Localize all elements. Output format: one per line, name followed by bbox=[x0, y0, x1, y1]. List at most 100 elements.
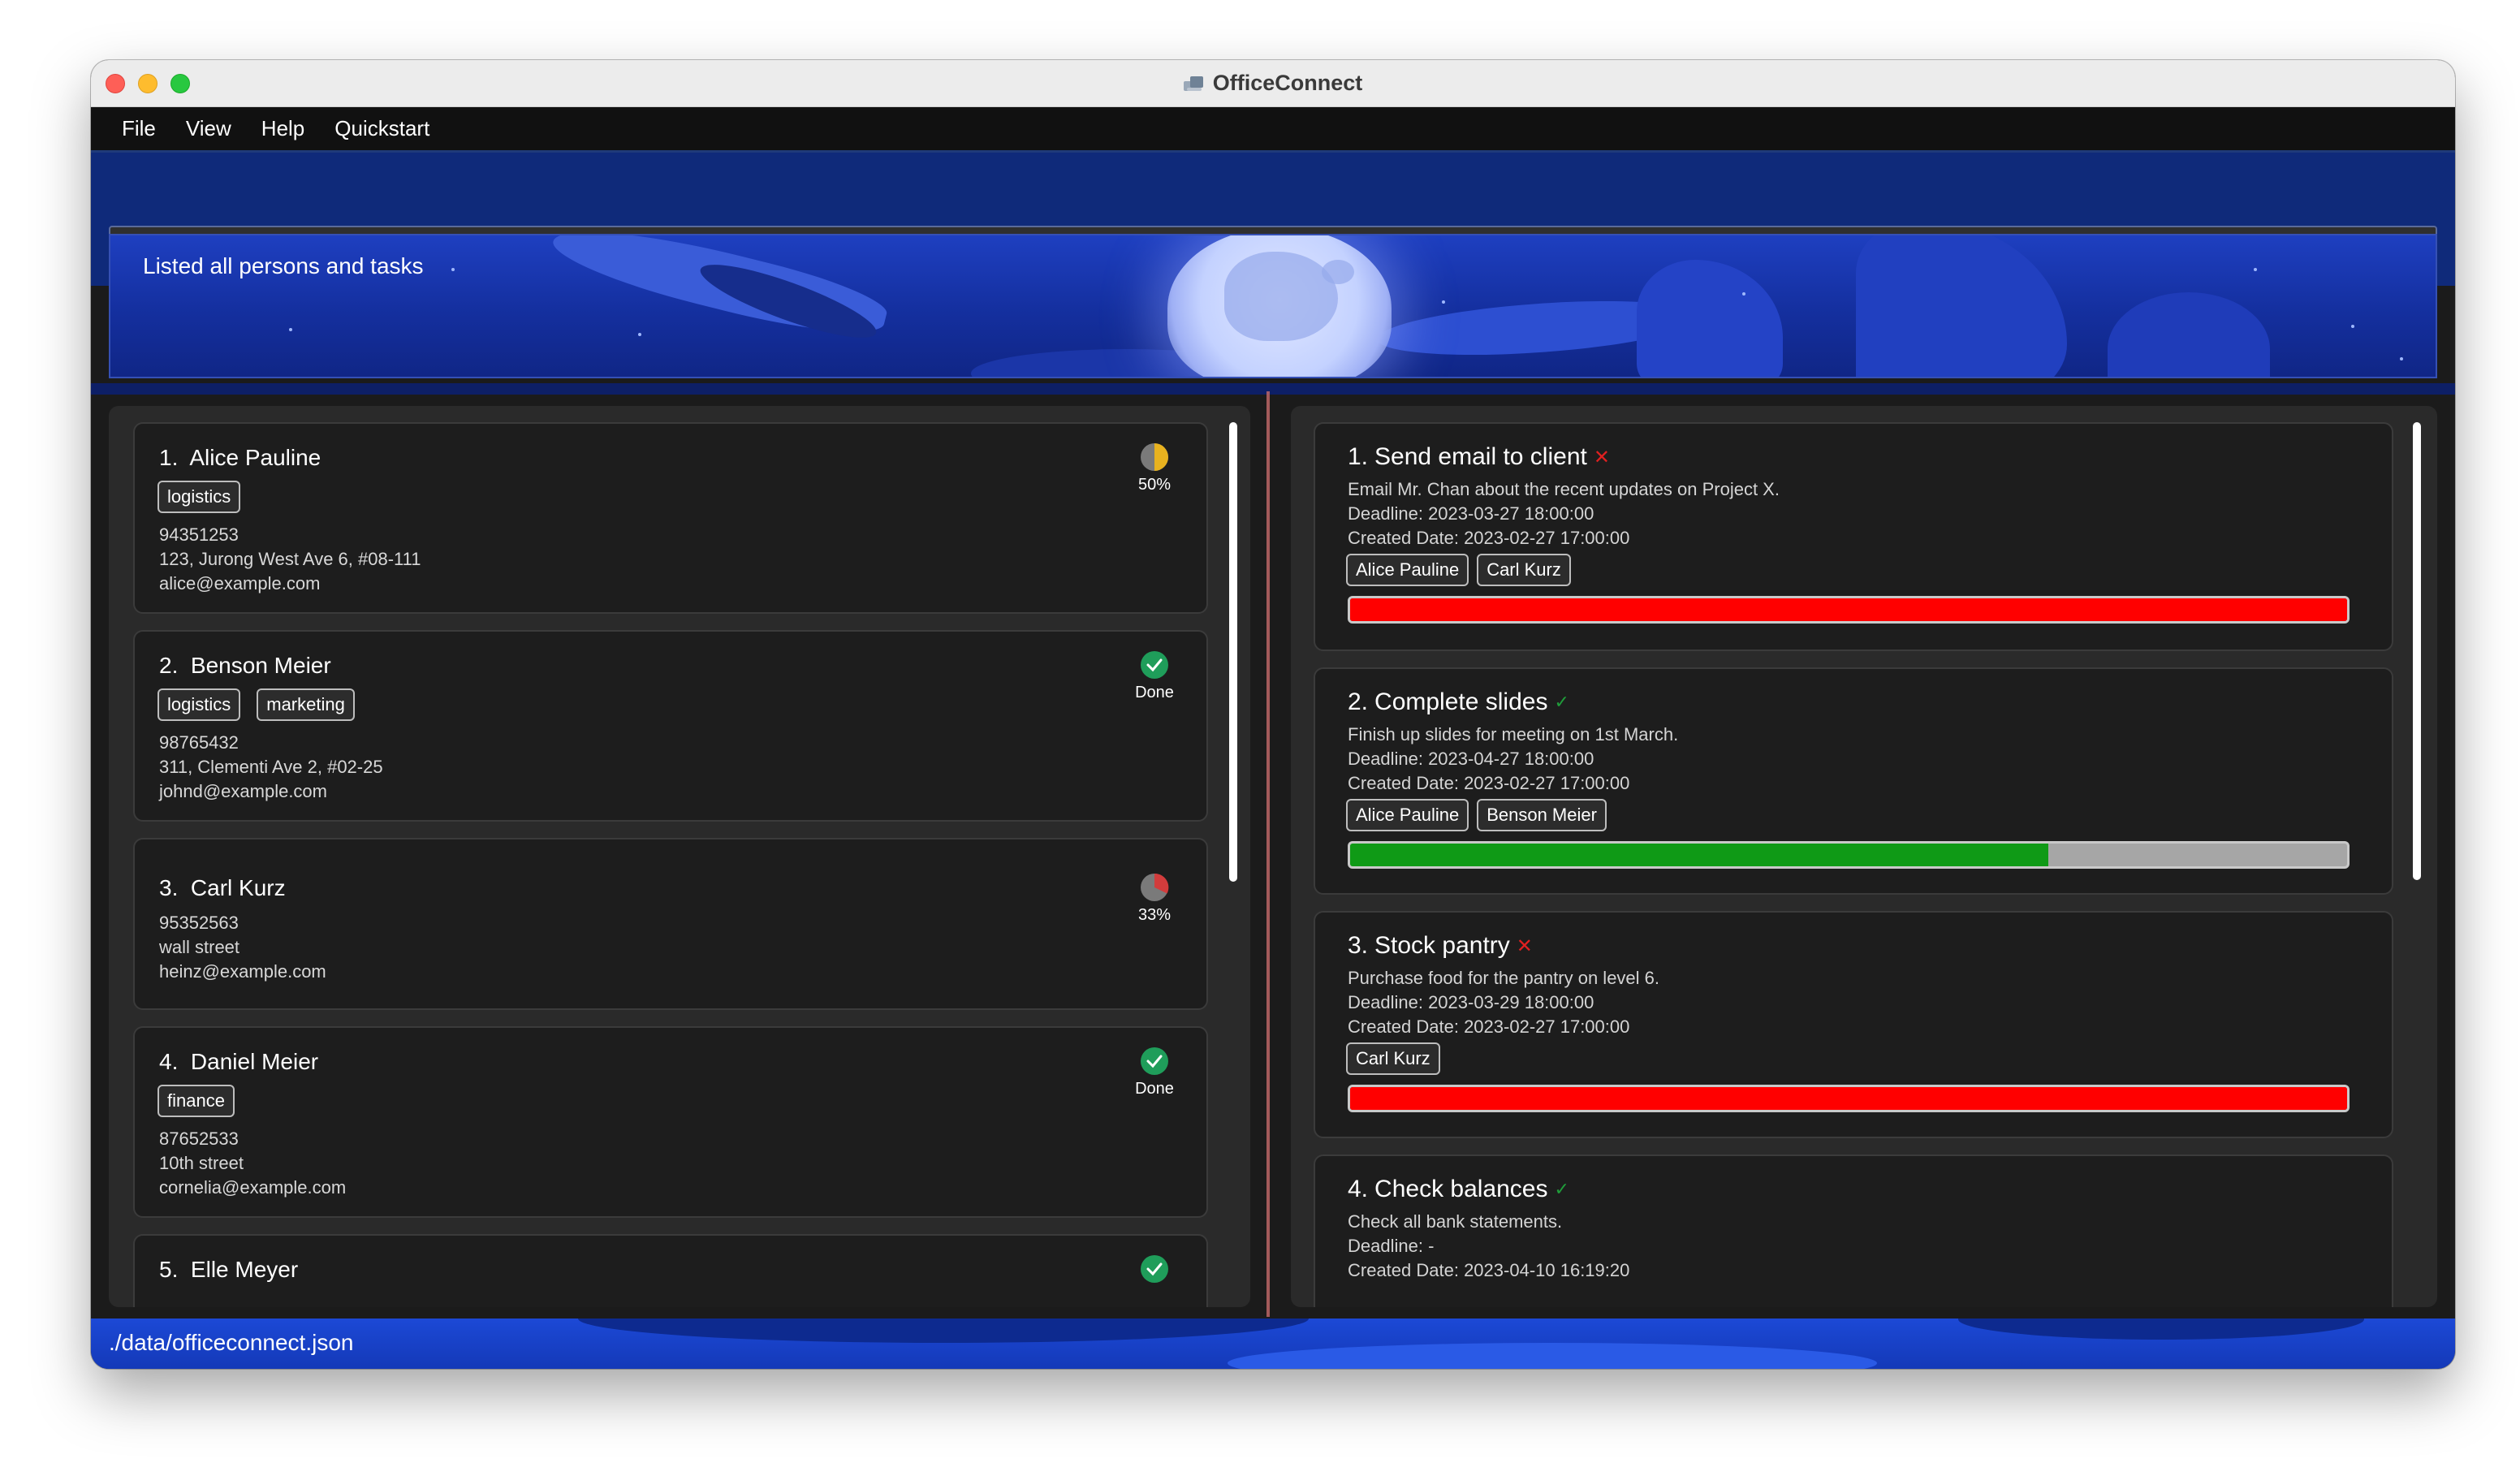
incomplete-cross-icon: ✕ bbox=[1593, 446, 1610, 468]
cloud-decoration bbox=[1637, 260, 1783, 377]
person-status: 50% bbox=[1122, 442, 1187, 494]
task-progress-bar bbox=[1348, 1085, 2350, 1112]
assignee-tag: Alice Pauline bbox=[1346, 554, 1469, 586]
wave-decoration bbox=[578, 1318, 1309, 1343]
check-circle-icon bbox=[1141, 651, 1168, 679]
cloud-decoration bbox=[1856, 235, 2067, 377]
person-tags: finance bbox=[158, 1085, 235, 1117]
task-assignees: Carl Kurz bbox=[1346, 1042, 1440, 1075]
cloud-decoration bbox=[2108, 292, 2270, 377]
person-card[interactable]: 2. Benson Meier logistics marketing 9876… bbox=[133, 630, 1208, 822]
task-card[interactable]: 4. Check balances ✓ Check all bank statem… bbox=[1314, 1154, 2393, 1307]
task-card[interactable]: 2. Complete slides ✓ Finish up slides for… bbox=[1314, 667, 2393, 895]
task-title: 1. Send email to client ✕ bbox=[1348, 443, 1610, 470]
person-details: 95352563 wall street heinz@example.com bbox=[159, 911, 326, 984]
task-card[interactable]: 3. Stock pantry ✕ Purchase food for the p… bbox=[1314, 911, 2393, 1138]
assignee-tag: Carl Kurz bbox=[1477, 554, 1571, 586]
app-title-group: OfficeConnect bbox=[1183, 71, 1363, 96]
check-circle-icon bbox=[1141, 1047, 1168, 1075]
person-name: 5. Elle Meyer bbox=[159, 1257, 299, 1282]
task-assignees: Alice Pauline Carl Kurz bbox=[1346, 554, 1571, 586]
task-description: Email Mr. Chan about the recent updates … bbox=[1348, 479, 1780, 499]
person-address: 10th street bbox=[159, 1153, 244, 1173]
person-status: Done bbox=[1122, 650, 1187, 702]
task-deadline: Deadline: 2023-04-27 18:00:00 bbox=[1348, 749, 1594, 769]
person-details: 94351253 123, Jurong West Ave 6, #08-111… bbox=[159, 523, 421, 596]
tag: logistics bbox=[158, 688, 241, 721]
task-description: Check all bank statements. bbox=[1348, 1211, 1563, 1232]
status-label: 50% bbox=[1137, 476, 1172, 494]
person-email: cornelia@example.com bbox=[159, 1177, 347, 1198]
person-name: 2. Benson Meier bbox=[159, 653, 331, 678]
task-title: 3. Stock pantry ✕ bbox=[1348, 932, 1533, 959]
person-email: alice@example.com bbox=[159, 573, 321, 593]
person-status: 33% bbox=[1122, 872, 1187, 925]
task-created-date: Created Date: 2023-04-10 16:19:20 bbox=[1348, 1260, 1630, 1280]
person-phone: 98765432 bbox=[159, 732, 239, 753]
title-bar: OfficeConnect bbox=[91, 60, 2455, 107]
task-details: Finish up slides for meeting on 1st Marc… bbox=[1348, 723, 1678, 796]
person-status bbox=[1122, 1254, 1187, 1284]
task-created-date: Created Date: 2023-02-27 17:00:00 bbox=[1348, 528, 1630, 548]
person-address: 123, Jurong West Ave 6, #08-111 bbox=[159, 549, 421, 569]
task-assignees: Alice Pauline Benson Meier bbox=[1346, 799, 1607, 831]
task-progress-fill bbox=[1350, 598, 2347, 621]
check-circle-icon bbox=[1141, 1255, 1168, 1283]
assignee-tag: Carl Kurz bbox=[1346, 1042, 1440, 1075]
app-logo-icon bbox=[1183, 75, 1205, 93]
result-display: Listed all persons and tasks bbox=[109, 234, 2437, 378]
task-card[interactable]: 1. Send email to client ✕ Email Mr. Chan … bbox=[1314, 422, 2393, 651]
pie-third-icon bbox=[1141, 873, 1169, 901]
task-description: Finish up slides for meeting on 1st Marc… bbox=[1348, 724, 1679, 744]
menu-quickstart[interactable]: Quickstart bbox=[334, 116, 429, 141]
person-details: 98765432 311, Clementi Ave 2, #02-25 joh… bbox=[159, 731, 383, 804]
task-progress-fill bbox=[1350, 844, 2048, 866]
person-card[interactable]: 3. Carl Kurz 95352563 wall street heinz@… bbox=[133, 838, 1208, 1010]
moon-illustration bbox=[1167, 235, 1392, 377]
tag: finance bbox=[158, 1085, 235, 1117]
complete-check-icon: ✓ bbox=[1554, 692, 1569, 712]
status-label: Done bbox=[1135, 684, 1174, 701]
task-list-scrollbar[interactable] bbox=[2413, 422, 2421, 880]
person-card[interactable]: 5. Elle Meyer bbox=[133, 1234, 1208, 1307]
person-name: 1. Alice Pauline bbox=[159, 445, 321, 470]
person-list-scrollbar[interactable] bbox=[1229, 422, 1237, 882]
person-card[interactable]: 4. Daniel Meier finance 87652533 10th st… bbox=[133, 1026, 1208, 1218]
task-details: Email Mr. Chan about the recent updates … bbox=[1348, 477, 1780, 550]
tag: marketing bbox=[257, 688, 355, 721]
menu-help[interactable]: Help bbox=[261, 116, 304, 141]
person-name: 3. Carl Kurz bbox=[159, 875, 286, 900]
person-phone: 87652533 bbox=[159, 1129, 239, 1149]
menu-file[interactable]: File bbox=[122, 116, 156, 141]
person-name: 4. Daniel Meier bbox=[159, 1049, 319, 1074]
task-title: 4. Check balances ✓ bbox=[1348, 1176, 1569, 1202]
person-status: Done bbox=[1122, 1046, 1187, 1098]
task-progress-bar bbox=[1348, 841, 2350, 869]
split-pane-divider[interactable] bbox=[1266, 391, 1270, 1317]
assignee-tag: Alice Pauline bbox=[1346, 799, 1469, 831]
app-window: OfficeConnect File View Help Quickstart … bbox=[91, 60, 2455, 1369]
wave-decoration bbox=[1228, 1343, 1877, 1369]
task-created-date: Created Date: 2023-02-27 17:00:00 bbox=[1348, 1016, 1630, 1037]
person-card[interactable]: 1. Alice Pauline logistics 94351253 123,… bbox=[133, 422, 1208, 614]
maximize-window-button[interactable] bbox=[170, 74, 190, 93]
task-deadline: Deadline: 2023-03-27 18:00:00 bbox=[1348, 503, 1594, 524]
close-window-button[interactable] bbox=[106, 74, 125, 93]
menu-view[interactable]: View bbox=[186, 116, 231, 141]
assignee-tag: Benson Meier bbox=[1477, 799, 1607, 831]
task-list-panel[interactable]: 1. Send email to client ✕ Email Mr. Chan … bbox=[1291, 406, 2437, 1307]
save-location-path: ./data/officeconnect.json bbox=[109, 1330, 354, 1355]
person-list-panel[interactable]: 1. Alice Pauline logistics 94351253 123,… bbox=[109, 406, 1250, 1307]
task-progress-fill bbox=[1350, 1087, 2347, 1110]
task-progress-bar bbox=[1348, 596, 2350, 624]
pie-half-icon bbox=[1141, 443, 1168, 471]
window-controls bbox=[106, 74, 190, 93]
task-title: 2. Complete slides ✓ bbox=[1348, 688, 1569, 715]
status-label: Done bbox=[1135, 1080, 1174, 1098]
minimize-window-button[interactable] bbox=[138, 74, 158, 93]
task-description: Purchase food for the pantry on level 6. bbox=[1348, 968, 1660, 988]
person-email: johnd@example.com bbox=[159, 781, 327, 801]
window-title: OfficeConnect bbox=[1212, 71, 1363, 95]
task-created-date: Created Date: 2023-02-27 17:00:00 bbox=[1348, 773, 1630, 793]
person-details: 87652533 10th street cornelia@example.co… bbox=[159, 1127, 346, 1200]
